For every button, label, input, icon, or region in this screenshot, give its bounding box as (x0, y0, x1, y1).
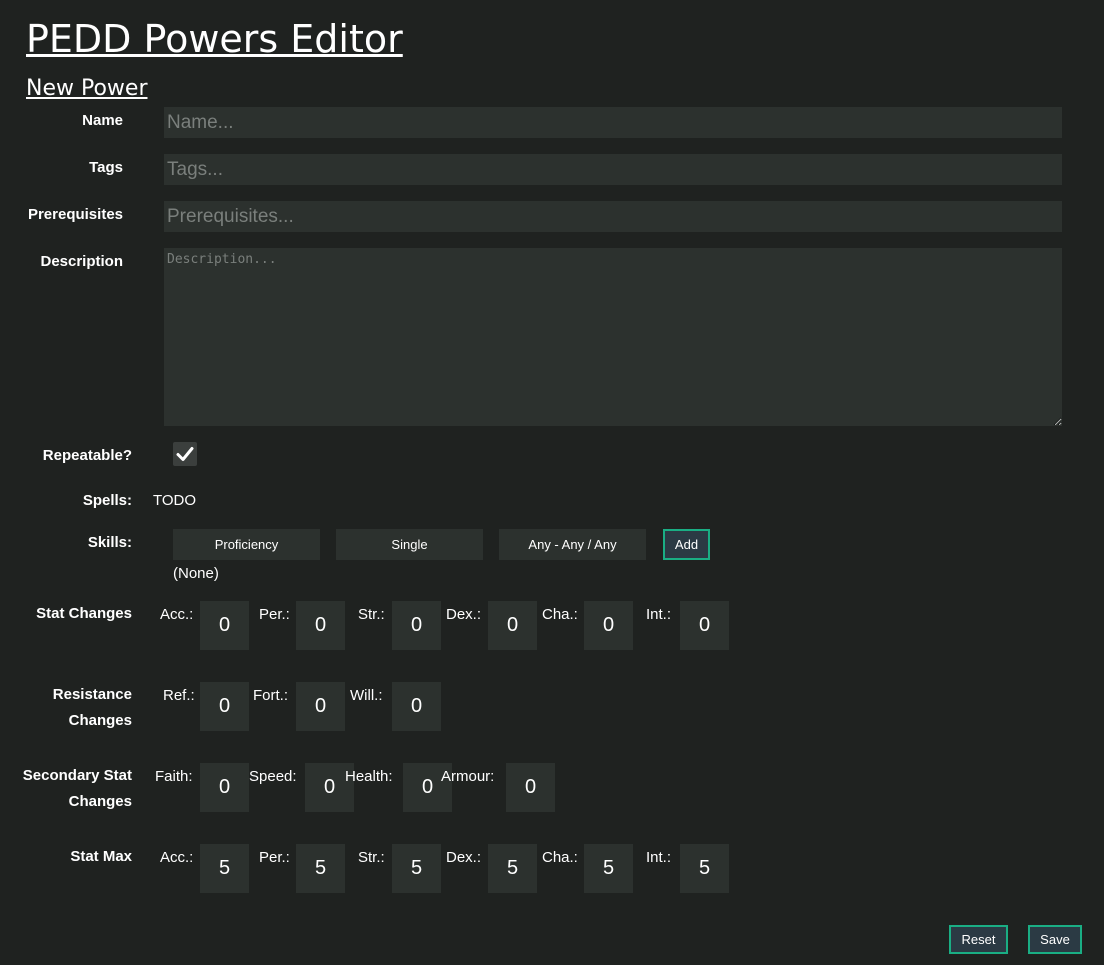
stat-change-str-value: 0 (410, 614, 423, 636)
secondary-stat-changes-label: Secondary Stat Changes (0, 763, 132, 815)
stat-change-dex-label: Dex.: (446, 606, 482, 623)
stat-max-per-value: 5 (314, 857, 327, 879)
save-button-label: Save (1040, 932, 1070, 947)
stat-change-int-input[interactable]: 0 (680, 601, 729, 650)
secondary-armour-input[interactable]: 0 (506, 763, 555, 812)
stat-change-str-label: Str.: (358, 606, 385, 623)
secondary-armour-label: Armour: (441, 768, 495, 785)
skill-type-select-value: Proficiency (214, 537, 279, 552)
secondary-faith-label: Faith: (155, 768, 193, 785)
repeatable-label: Repeatable? (42, 447, 132, 464)
secondary-speed-label: Speed: (249, 768, 297, 785)
stat-max-cha-value: 5 (602, 857, 615, 879)
stat-change-int-label: Int.: (646, 606, 672, 623)
stat-max-dex-input[interactable]: 5 (488, 844, 537, 893)
description-textarea[interactable] (164, 248, 1062, 426)
stat-max-acc-label: Acc.: (160, 849, 194, 866)
resistance-will-value: 0 (410, 695, 423, 717)
stat-max-acc-value: 5 (218, 857, 231, 879)
resistance-fort-label: Fort.: (253, 687, 289, 704)
tags-label: Tags (89, 159, 123, 176)
stat-change-acc-value: 0 (218, 614, 231, 636)
page-title: PEDD Powers Editor (26, 17, 403, 61)
name-label: Name (82, 112, 123, 129)
secondary-faith-value: 0 (218, 776, 231, 798)
secondary-armour-value: 0 (524, 776, 537, 798)
skills-list: (None) (173, 565, 219, 582)
spells-value: TODO (153, 492, 197, 509)
resistance-ref-label: Ref.: (163, 687, 195, 704)
resistance-changes-label-line1: Resistance (52, 686, 132, 703)
skills-label: Skills: (87, 534, 132, 551)
stat-max-str-value: 5 (410, 857, 423, 879)
stat-change-per-value: 0 (314, 614, 327, 636)
secondary-faith-input[interactable]: 0 (200, 763, 249, 812)
reset-button-label: Reset (961, 932, 996, 947)
stat-max-per-label: Per.: (259, 849, 290, 866)
reset-button[interactable]: Reset (949, 925, 1008, 954)
repeatable-checkbox[interactable] (173, 442, 197, 466)
stat-max-dex-label: Dex.: (446, 849, 482, 866)
resistance-fort-input[interactable]: 0 (296, 682, 345, 731)
stat-max-str-input[interactable]: 5 (392, 844, 441, 893)
secondary-stat-changes-label-line2: Changes (68, 793, 132, 810)
name-input[interactable] (164, 107, 1062, 138)
resistance-fort-value: 0 (314, 695, 327, 717)
stat-change-cha-value: 0 (602, 614, 615, 636)
stat-change-per-input[interactable]: 0 (296, 601, 345, 650)
add-skill-button-label: Add (674, 537, 699, 552)
resistance-will-input[interactable]: 0 (392, 682, 441, 731)
skill-count-select-value: Single (391, 537, 428, 552)
save-button[interactable]: Save (1028, 925, 1082, 954)
stat-max-cha-label: Cha.: (542, 849, 578, 866)
prerequisites-label: Prerequisites (27, 206, 123, 223)
secondary-health-label: Health: (345, 768, 393, 785)
secondary-health-value: 0 (421, 776, 434, 798)
resistance-changes-label-line2: Changes (68, 712, 132, 729)
stat-change-str-input[interactable]: 0 (392, 601, 441, 650)
stat-max-int-input[interactable]: 5 (680, 844, 729, 893)
section-title: New Power (26, 76, 148, 101)
stat-change-acc-label: Acc.: (160, 606, 194, 623)
secondary-speed-value: 0 (323, 776, 336, 798)
stat-max-dex-value: 5 (506, 857, 519, 879)
resistance-ref-value: 0 (218, 695, 231, 717)
stat-max-int-value: 5 (698, 857, 711, 879)
stat-change-int-value: 0 (698, 614, 711, 636)
stat-changes-label: Stat Changes (36, 605, 132, 622)
checkmark-icon (176, 447, 194, 461)
stat-max-per-input[interactable]: 5 (296, 844, 345, 893)
secondary-stat-changes-label-line1: Secondary Stat (22, 767, 132, 784)
spells-label: Spells: (82, 492, 132, 509)
resistance-ref-input[interactable]: 0 (200, 682, 249, 731)
skill-target-select[interactable]: Any - Any / Any (499, 529, 646, 560)
stat-max-label: Stat Max (70, 848, 132, 865)
stat-max-cha-input[interactable]: 5 (584, 844, 633, 893)
prerequisites-input[interactable] (164, 201, 1062, 232)
resistance-changes-label: Resistance Changes (0, 682, 132, 734)
skill-type-select[interactable]: Proficiency (173, 529, 320, 560)
stat-change-dex-value: 0 (506, 614, 519, 636)
stat-change-cha-input[interactable]: 0 (584, 601, 633, 650)
stat-change-dex-input[interactable]: 0 (488, 601, 537, 650)
stat-change-cha-label: Cha.: (542, 606, 578, 623)
stat-change-acc-input[interactable]: 0 (200, 601, 249, 650)
stat-max-int-label: Int.: (646, 849, 672, 866)
tags-input[interactable] (164, 154, 1062, 185)
stat-max-acc-input[interactable]: 5 (200, 844, 249, 893)
stat-max-str-label: Str.: (358, 849, 385, 866)
stat-change-per-label: Per.: (259, 606, 290, 623)
description-label: Description (40, 253, 123, 270)
resistance-will-label: Will.: (350, 687, 383, 704)
skill-count-select[interactable]: Single (336, 529, 483, 560)
skill-target-select-value: Any - Any / Any (528, 537, 617, 552)
add-skill-button[interactable]: Add (663, 529, 710, 560)
